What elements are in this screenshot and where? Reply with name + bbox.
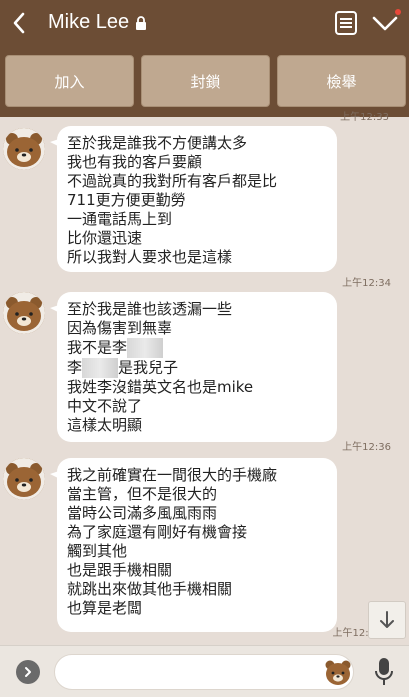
message-timestamp: 上午12:33 (340, 112, 389, 123)
message-line: 中文不說了 (67, 397, 143, 415)
block-button[interactable]: 封鎖 (141, 55, 270, 107)
message-line: 也是跟手機相關 (67, 561, 173, 579)
message-line-redacted: 我不是李 (67, 338, 327, 358)
add-friend-button[interactable]: 加入 (5, 55, 134, 107)
message-line: 因為傷害到無辜 (67, 319, 173, 337)
sticker-icon (325, 660, 351, 685)
message-timestamp: 上午12:36 (342, 442, 391, 453)
mic-icon (375, 658, 393, 685)
menu-icon (335, 10, 357, 35)
message-line: 所以我對人要求也是這樣 (67, 248, 233, 266)
message-line: 我也有我的客戶要顧 (67, 153, 203, 171)
message-bubble[interactable]: 至於我是誰也該透漏一些 因為傷害到無辜 我不是李 李 是我兒子 我姓李沒錯英文名也… (57, 292, 337, 442)
bear-avatar-icon (3, 458, 45, 500)
chat-title: Mike Lee (48, 11, 130, 33)
chat-header: Mike Lee (0, 0, 409, 45)
menu-button[interactable] (335, 10, 357, 35)
sticker-button[interactable] (324, 658, 352, 686)
expand-icon (25, 667, 31, 677)
message-input[interactable] (54, 654, 354, 690)
message-line: 我姓李沒錯英文名也是mike (67, 378, 254, 396)
notification-dot (395, 8, 401, 15)
message-line-redacted: 李 是我兒子 (67, 358, 327, 378)
avatar[interactable] (3, 128, 45, 170)
expand-button[interactable] (16, 660, 40, 684)
chevron-down-icon (372, 16, 398, 30)
message-line: 至於我是誰我不方便講太多 (67, 134, 248, 152)
message-line: 至於我是誰也該透漏一些 (67, 300, 233, 318)
action-bar: 加入 封鎖 檢舉 (0, 45, 409, 117)
back-icon (13, 12, 25, 33)
message-timestamp: 上午12:34 (342, 278, 391, 289)
message-bubble[interactable]: 我之前確實在一間很大的手機廠 當主管，但不是很大的 當時公司滿多風風雨雨 為了家… (57, 458, 337, 632)
message-composer (0, 645, 409, 697)
message-text: 李 (67, 358, 83, 377)
message-line: 這樣太明顯 (67, 416, 143, 434)
arrow-down-icon (380, 611, 394, 628)
message-line: 也算是老闆 (67, 599, 143, 617)
redacted-name (82, 358, 119, 378)
scroll-to-bottom-button[interactable] (368, 601, 406, 639)
message-line: 觸到其他 (67, 542, 128, 560)
report-button[interactable]: 檢舉 (277, 55, 406, 107)
redacted-name (127, 338, 164, 358)
expand-header-button[interactable] (371, 8, 401, 35)
back-button[interactable] (0, 0, 38, 45)
avatar[interactable] (3, 458, 45, 500)
message-text: 是我兒子 (118, 358, 179, 377)
message-line: 當時公司滿多風風雨雨 (67, 504, 218, 522)
bear-avatar-icon (3, 292, 45, 334)
message-line: 一通電話馬上到 (67, 210, 173, 228)
message-line: 就跳出來做其他手機相關 (67, 580, 233, 598)
message-line: 711更方便更勤勞 (67, 191, 186, 209)
message-line: 為了家庭還有剛好有機會接 (67, 523, 248, 541)
chat-title-area[interactable]: Mike Lee (48, 11, 147, 34)
avatar[interactable] (3, 292, 45, 334)
message-bubble[interactable]: 至於我是誰我不方便講太多 我也有我的客戶要顧 不過說真的我對所有客戶都是比 71… (57, 126, 337, 272)
bear-avatar-icon (3, 128, 45, 170)
lock-icon (136, 15, 147, 30)
message-line: 比你還迅速 (67, 229, 143, 247)
message-line: 當主管，但不是很大的 (67, 485, 218, 503)
message-line: 不過說真的我對所有客戶都是比 (67, 172, 278, 190)
message-text: 我不是李 (67, 338, 128, 357)
message-line: 我之前確實在一間很大的手機廠 (67, 466, 278, 484)
voice-button[interactable] (374, 656, 394, 688)
